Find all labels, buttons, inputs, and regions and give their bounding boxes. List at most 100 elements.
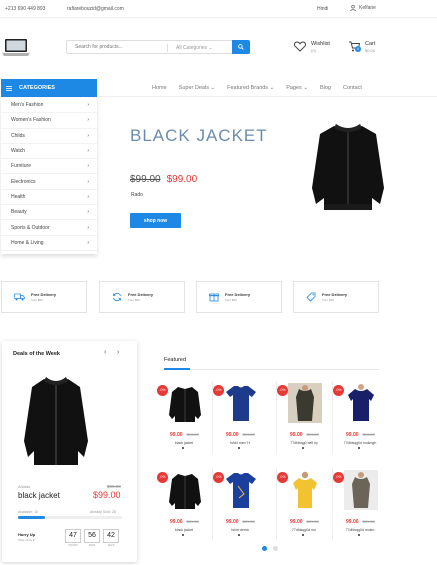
product-card[interactable]: -0% 99.00 $99.00 tshirt men 'H: [213, 383, 258, 458]
product-name[interactable]: 77dfdsqg0d mu: [282, 528, 326, 532]
cart-link[interactable]: 0 Cart $0.00: [348, 41, 375, 53]
hero-brand: Rado: [131, 192, 143, 198]
user-account-link[interactable]: Kelfane: [350, 5, 376, 11]
product-card[interactable]: -0% 99.00 $99.00 black jacket: [157, 470, 202, 545]
color-swatch[interactable]: [358, 447, 360, 449]
color-swatch[interactable]: [302, 447, 304, 449]
product-name[interactable]: black jacket: [162, 441, 206, 445]
product-card[interactable]: -0% 99.00 $99.00 77dfdsqg0 bell hy: [277, 383, 322, 458]
color-swatch[interactable]: [238, 447, 240, 449]
product-name[interactable]: 77dfdsqg0d mukm: [338, 528, 382, 532]
category-select[interactable]: All Categories ⌄: [168, 41, 234, 53]
feature-subtitle: from $50: [225, 298, 237, 302]
category-item[interactable]: Sports & Outdoor ›: [1, 220, 97, 236]
discount-badge: -0%: [157, 472, 168, 483]
search-icon: [238, 44, 244, 50]
color-swatch[interactable]: [182, 447, 184, 449]
product-new-price: 99.00: [290, 432, 303, 438]
hero-jacket-image[interactable]: [304, 118, 392, 216]
feature-title: Free Delivery: [322, 292, 348, 297]
category-item[interactable]: Childs ›: [1, 129, 97, 144]
product-image[interactable]: [344, 470, 378, 510]
color-swatch[interactable]: [238, 534, 240, 536]
nav-link-blog[interactable]: Blog: [320, 85, 331, 91]
chevron-left-icon[interactable]: ‹: [104, 349, 106, 356]
hurry-up-label: Hurry Up: [18, 532, 36, 537]
chevron-right-icon[interactable]: ›: [117, 349, 119, 356]
product-image[interactable]: [168, 383, 202, 423]
category-item[interactable]: Men's Fashion ›: [1, 98, 97, 114]
product-image[interactable]: [288, 470, 322, 510]
nav-link-pages[interactable]: Pages ⌄: [286, 85, 308, 91]
deal-product-name[interactable]: black jacket: [18, 491, 60, 500]
language-selector[interactable]: Hindi: [317, 6, 328, 12]
nav-link-super-deals[interactable]: Super Deals ⌄: [179, 85, 215, 91]
category-item[interactable]: Electronics ›: [1, 174, 97, 190]
wishlist-link[interactable]: Wishlist (0): [294, 41, 330, 53]
product-card[interactable]: -0% 99.00 $99.00 77dfdsqg0d mu: [277, 470, 322, 545]
product-old-price: $99.00: [242, 432, 255, 437]
product-new-price: 99.00: [170, 519, 183, 525]
product-image[interactable]: [288, 383, 322, 423]
category-item[interactable]: Home & Living ›: [1, 236, 97, 251]
product-price: 99.00 $99.00: [346, 432, 375, 438]
carousel-dots: [262, 546, 278, 551]
truck-icon: [14, 293, 25, 301]
shop-now-button[interactable]: shop now: [130, 213, 181, 228]
product-old-price: $99.00: [362, 519, 375, 524]
product-card[interactable]: -0% 99.00 $99.00 77dfdsqg0d mukmgh: [333, 383, 378, 458]
discount-badge: -0%: [277, 472, 288, 483]
product-image[interactable]: [224, 383, 258, 423]
categories-toggle-button[interactable]: CATEGORIES: [1, 79, 97, 97]
category-item[interactable]: Health ›: [1, 190, 97, 206]
product-price: 99.00 $99.00: [226, 432, 255, 438]
chevron-right-icon: ›: [87, 224, 89, 231]
category-label: Childs: [11, 132, 25, 139]
search-button[interactable]: [232, 40, 250, 54]
carousel-dot-active[interactable]: [262, 546, 267, 551]
category-item[interactable]: Women's Fashion ›: [1, 113, 97, 129]
feature-box: Free Delivery from $50: [293, 281, 379, 313]
product-name[interactable]: 77dfdsqg0 bell hy: [282, 441, 326, 445]
nav-link-contact[interactable]: Contact: [343, 85, 362, 91]
nav-link-super-deals-label: Super Deals: [178, 85, 209, 91]
header: All Categories ⌄ Wishlist (0) 0 Cart $0.…: [0, 24, 437, 70]
product-image[interactable]: [168, 470, 202, 510]
color-swatch[interactable]: [302, 534, 304, 536]
product-image[interactable]: [344, 383, 378, 423]
category-item[interactable]: Furniture ›: [1, 159, 97, 175]
product-price: 99.00 $99.00: [346, 519, 375, 525]
discount-badge: -0%: [277, 385, 288, 396]
product-image[interactable]: [224, 470, 258, 510]
nav-link-featured-brands[interactable]: Featured Brands ⌄: [227, 85, 274, 91]
product-card[interactable]: -0% 99.00 $99.00 tshirt dema: [213, 470, 258, 545]
category-item[interactable]: Beauty ›: [1, 205, 97, 221]
color-swatch[interactable]: [358, 534, 360, 536]
refresh-icon: [113, 292, 121, 302]
deal-progress-bar: [18, 516, 122, 519]
product-name[interactable]: 77dfdsqg0d mukmgh: [338, 441, 382, 445]
product-price: 99.00 $99.00: [170, 519, 199, 525]
product-card[interactable]: -0% 99.00 $99.00 black jacket: [157, 383, 202, 458]
tab-featured[interactable]: Featured: [164, 357, 186, 363]
category-label: Furniture: [11, 163, 32, 170]
product-name[interactable]: tshirt dema: [218, 528, 262, 532]
search-input[interactable]: [67, 41, 167, 53]
laptop-logo-icon[interactable]: [2, 36, 30, 60]
feature-box: Free Delivery from $50: [1, 281, 87, 313]
product-name[interactable]: black jacket: [162, 528, 206, 532]
product-card[interactable]: -0% 99.00 $99.00 77dfdsqg0d mukm: [333, 470, 378, 545]
categories-label: CATEGORIES: [19, 85, 55, 91]
category-label: Women's Fashion: [11, 117, 51, 124]
color-swatch[interactable]: [182, 534, 184, 536]
feature-title: Free Delivery: [225, 292, 251, 297]
carousel-dot[interactable]: [273, 546, 278, 551]
deal-jacket-image[interactable]: [20, 371, 92, 469]
category-item[interactable]: Watch ›: [1, 144, 97, 160]
chevron-right-icon: ›: [87, 178, 89, 185]
nav-link-home[interactable]: Home: [152, 85, 167, 91]
hero-old-price: $99.00: [130, 174, 161, 185]
chevron-right-icon: ›: [87, 209, 89, 216]
product-name[interactable]: tshirt men 'H: [218, 441, 262, 445]
wishlist-label: Wishlist: [311, 41, 330, 47]
